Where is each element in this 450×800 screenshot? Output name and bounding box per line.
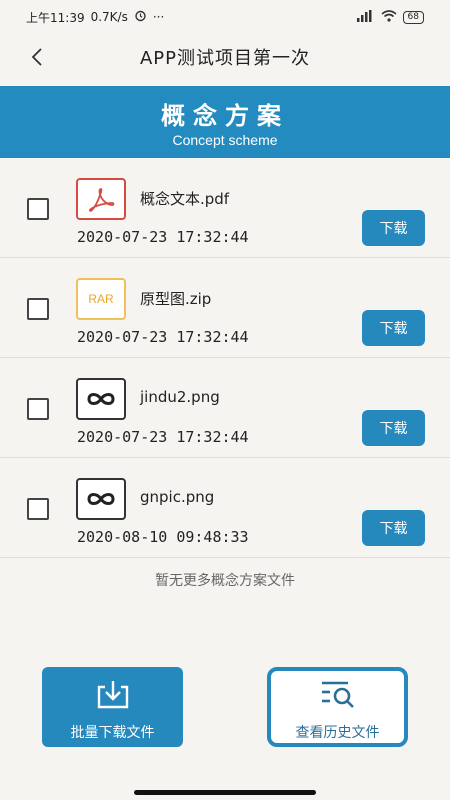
file-row: RAR 原型图.zip 2020-07-23 17:32:44 下载 <box>0 258 450 358</box>
file-row: jindu2.png 2020-07-23 17:32:44 下载 <box>0 358 450 458</box>
status-time: 上午11:39 <box>26 10 85 25</box>
home-indicator[interactable] <box>134 790 316 795</box>
file-name: gnpic.png <box>140 488 215 506</box>
file-name: 概念文本.pdf <box>140 190 230 208</box>
file-time: 2020-08-10 09:48:33 <box>77 528 249 546</box>
download-button[interactable]: 下载 <box>362 510 425 546</box>
banner-subtitle: Concept scheme <box>172 132 278 148</box>
file-row: gnpic.png 2020-08-10 09:48:33 下载 <box>0 458 450 558</box>
file-list: 概念文本.pdf 2020-07-23 17:32:44 下载 RAR 原型图.… <box>0 158 450 558</box>
download-box-icon <box>42 679 183 711</box>
network-speed: 0.7K/s <box>90 10 128 24</box>
file-name: jindu2.png <box>140 388 220 406</box>
batch-download-label: 批量下载文件 <box>70 725 155 741</box>
view-history-label: 查看历史文件 <box>295 725 380 741</box>
download-button[interactable]: 下载 <box>362 410 425 446</box>
history-search-icon <box>271 679 404 711</box>
file-time: 2020-07-23 17:32:44 <box>77 328 249 346</box>
pdf-icon <box>76 178 126 220</box>
page-title: APP测试项目第一次 <box>139 48 311 69</box>
status-right: 68 <box>356 9 424 25</box>
file-checkbox[interactable] <box>27 498 49 520</box>
file-checkbox[interactable] <box>27 298 49 320</box>
view-history-button[interactable]: 查看历史文件 <box>267 667 408 747</box>
file-row: 概念文本.pdf 2020-07-23 17:32:44 下载 <box>0 158 450 258</box>
nav-bar: APP测试项目第一次 <box>0 34 450 80</box>
file-checkbox[interactable] <box>27 398 49 420</box>
alarm-icon <box>134 9 147 25</box>
wifi-icon <box>381 9 397 25</box>
image-icon <box>76 378 126 420</box>
image-icon <box>76 478 126 520</box>
back-button[interactable] <box>22 42 52 72</box>
no-more-files-text: 暂无更多概念方案文件 <box>155 573 295 589</box>
status-bar: 上午11:39 0.7K/s ··· 68 <box>0 0 450 34</box>
download-button[interactable]: 下载 <box>362 210 425 246</box>
file-checkbox[interactable] <box>27 198 49 220</box>
banner-title: 概念方案 <box>161 102 289 130</box>
rar-icon: RAR <box>76 278 126 320</box>
header-banner: 概念方案 Concept scheme <box>0 86 450 158</box>
battery-indicator: 68 <box>402 10 424 24</box>
batch-download-button[interactable]: 批量下载文件 <box>42 667 183 747</box>
file-time: 2020-07-23 17:32:44 <box>77 428 249 446</box>
download-button[interactable]: 下载 <box>362 310 425 346</box>
file-time: 2020-07-23 17:32:44 <box>77 228 249 246</box>
status-left: 上午11:39 0.7K/s ··· <box>26 9 164 26</box>
signal-icon <box>356 9 375 25</box>
more-notifications: ··· <box>152 10 165 24</box>
chevron-left-icon <box>31 48 42 66</box>
file-name: 原型图.zip <box>140 290 212 308</box>
